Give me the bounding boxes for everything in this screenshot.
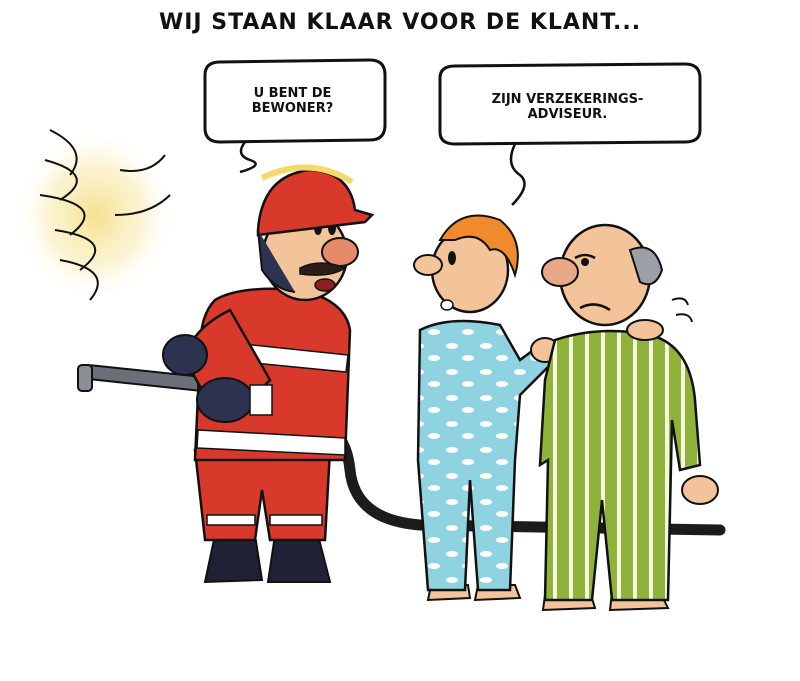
firefighter — [162, 164, 375, 584]
firefighter-balloon-tail — [239, 141, 257, 174]
firefighter-speech-line-1: U BENT DE — [253, 86, 332, 101]
man-speech-line-2: ADVISEUR. — [527, 107, 608, 122]
man-speech-line-1: ZIJN VERZEKERINGS- — [491, 92, 644, 107]
man-speech-text: ZIJN VERZEKERINGS- ADVISEUR. — [445, 92, 690, 122]
fire-glow — [15, 129, 175, 301]
cartoon-caption: WIJ STAAN KLAAR VOOR DE KLANT... — [158, 10, 642, 35]
firefighter-speech-line-2: BEWONER? — [251, 101, 334, 116]
cartoon-panel: WIJ STAAN KLAAR VOOR DE KLANT... U BENT … — [0, 0, 800, 681]
man-balloon-tail — [509, 143, 526, 206]
young-man-in-blue-pajamas — [413, 214, 560, 602]
older-man-in-green-pajamas — [538, 223, 719, 612]
firefighter-speech-text: U BENT DE BEWONER? — [205, 86, 380, 116]
